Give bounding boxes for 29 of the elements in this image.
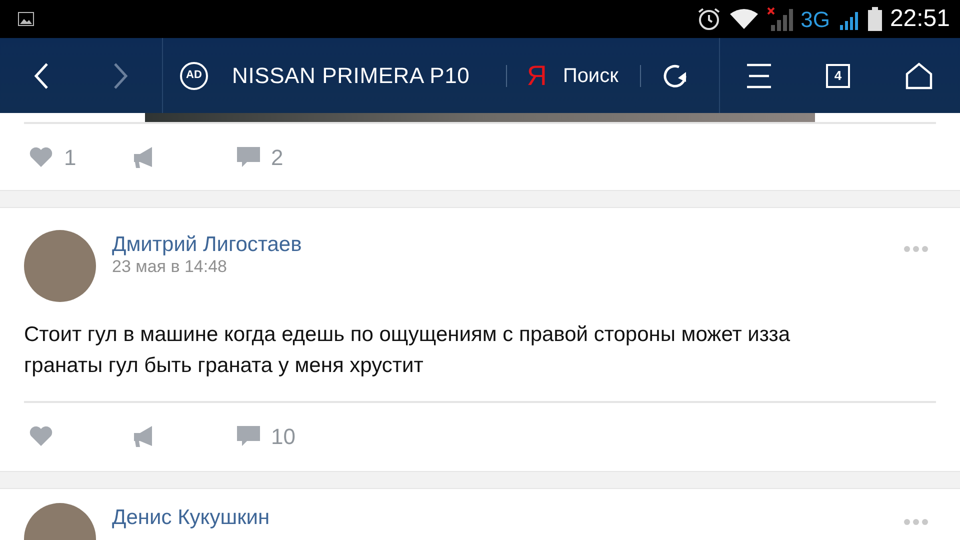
post-date: 23 мая в 14:48 <box>112 257 228 277</box>
comment-button[interactable]: 10 <box>236 420 296 452</box>
no-signal-icon <box>766 7 793 31</box>
search-engine-logo: Я <box>526 58 547 92</box>
like-button[interactable]: 1 <box>28 140 132 174</box>
tabs-button[interactable]: 4 <box>826 64 850 88</box>
comment-button[interactable]: 2 <box>236 140 284 174</box>
comment-count: 2 <box>271 144 284 172</box>
home-button[interactable] <box>904 62 933 90</box>
search-link[interactable]: Поиск <box>562 60 618 90</box>
alarm-clock-icon <box>696 7 721 31</box>
adblock-button[interactable]: AD <box>180 62 208 90</box>
menu-button[interactable] <box>747 62 772 88</box>
clock-time: 22:51 <box>890 4 950 34</box>
like-count: 1 <box>64 144 76 172</box>
post-text: Стоит гул в машине когда едешь по ощущениям с правой стороны может изза гранаты гул быть граната у меня хрустит <box>23 322 792 379</box>
home-icon <box>904 62 933 90</box>
speech-bubble-icon <box>236 145 261 169</box>
author-name[interactable]: Дмитрий Лигостаев <box>112 233 904 257</box>
speech-bubble-icon <box>236 424 261 448</box>
battery-icon <box>868 7 882 31</box>
network-type-label: 3G <box>800 6 830 34</box>
heart-icon <box>28 145 54 169</box>
image-notification-icon <box>18 12 34 26</box>
page-title[interactable]: NISSAN PRIMERA P10 <box>232 59 470 92</box>
comment-count: 10 <box>271 422 296 450</box>
wifi-icon <box>728 8 759 30</box>
heart-icon <box>28 424 54 448</box>
menu-icon <box>747 62 772 88</box>
